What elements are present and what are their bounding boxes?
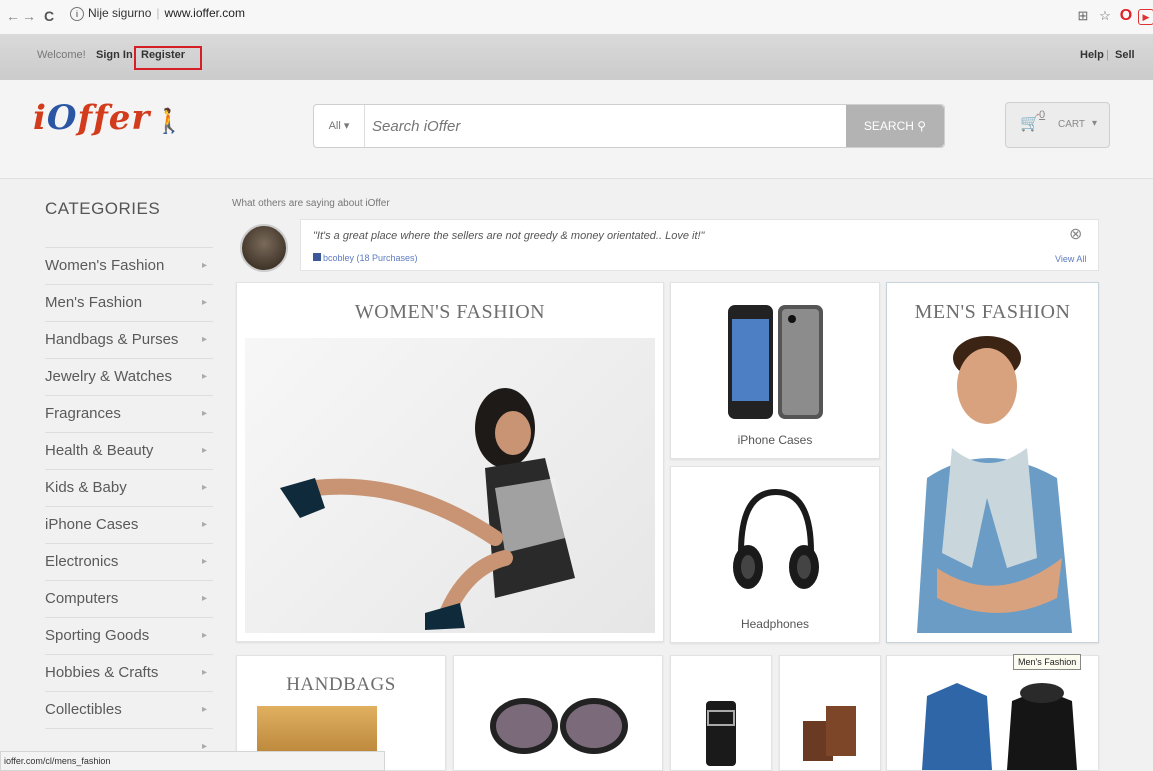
- wallet-tile[interactable]: [779, 655, 881, 771]
- tile-caption: iPhone Cases: [737, 433, 813, 447]
- address-bar[interactable]: i Nije sigurno | www.ioffer.com: [70, 6, 245, 21]
- facebook-icon: [313, 253, 321, 261]
- search-button[interactable]: SEARCH ⚲: [846, 105, 944, 147]
- forward-icon[interactable]: →: [22, 8, 36, 24]
- back-icon[interactable]: ←: [6, 8, 20, 24]
- category-item[interactable]: Kids & Baby ▸: [45, 469, 213, 506]
- tile-title: MEN'S FASHION: [914, 301, 1071, 323]
- tile-title: HANDBAGS: [286, 674, 396, 695]
- close-icon[interactable]: ⊗: [1069, 224, 1082, 244]
- testimonial-quote: "It's a great place where the sellers ar…: [313, 230, 705, 242]
- belt-tile[interactable]: [670, 655, 772, 771]
- sign-in-link[interactable]: Sign In: [96, 49, 133, 61]
- testimonial-label: What others are saying about iOffer: [232, 198, 390, 209]
- category-item[interactable]: Fragrances ▸: [45, 395, 213, 432]
- tile-caption: Headphones: [740, 617, 810, 631]
- welcome-text: Welcome!: [37, 49, 86, 61]
- mens-fashion-image: [917, 336, 1072, 633]
- headphones-tile[interactable]: Headphones: [670, 466, 880, 643]
- opera-icon[interactable]: O: [1117, 7, 1135, 25]
- tooltip: Men's Fashion: [1013, 654, 1082, 670]
- search-input[interactable]: [366, 105, 844, 147]
- separator: |: [1106, 49, 1109, 61]
- user-bar: Welcome! Sign In Register Help | Sell: [0, 34, 1153, 80]
- testimonial-author[interactable]: bcobley (18 Purchases): [313, 253, 418, 263]
- cart-count: 0: [1039, 109, 1046, 121]
- search-category-select[interactable]: All ▾: [314, 105, 365, 147]
- womens-fashion-image: [245, 338, 655, 633]
- jackets-tile[interactable]: [886, 655, 1099, 771]
- url-text: www.ioffer.com: [164, 6, 245, 20]
- register-link[interactable]: Register: [141, 49, 185, 61]
- categories-title: CATEGORIES: [45, 199, 161, 218]
- chevron-down-icon: ▾: [1092, 118, 1098, 129]
- info-icon[interactable]: i: [70, 7, 84, 21]
- category-item[interactable]: Electronics ▸: [45, 543, 213, 580]
- extension-icon[interactable]: ▶: [1138, 9, 1153, 25]
- category-item[interactable]: Men's Fashion ▸: [45, 284, 213, 321]
- security-label: Nije sigurno: [88, 6, 152, 20]
- category-item[interactable]: Jewelry & Watches ▸: [45, 358, 213, 395]
- category-item[interactable]: Hobbies & Crafts ▸: [45, 654, 213, 691]
- headphones-image: [733, 488, 819, 589]
- womens-fashion-tile[interactable]: WOMEN'S FASHION: [236, 282, 664, 642]
- status-bar-url: ioffer.com/cl/mens_fashion: [0, 751, 385, 771]
- sell-link[interactable]: Sell: [1115, 49, 1135, 61]
- ioffer-logo[interactable]: iOffer 🚶: [33, 98, 185, 138]
- mens-fashion-tile[interactable]: MEN'S FASHION: [886, 282, 1099, 643]
- browser-toolbar: ← → C i Nije sigurno | www.ioffer.com ⊞ ☆ O…: [0, 0, 1153, 35]
- wallet-image: [803, 706, 856, 761]
- iphone-cases-tile[interactable]: iPhone Cases: [670, 282, 880, 459]
- reload-icon[interactable]: C: [44, 8, 54, 24]
- translate-icon[interactable]: ⊞: [1074, 7, 1092, 25]
- testimonial-box: "It's a great place where the sellers ar…: [300, 219, 1099, 271]
- search-bar: All ▾ SEARCH ⚲: [313, 104, 945, 148]
- category-item[interactable]: iPhone Cases ▸: [45, 506, 213, 543]
- star-icon[interactable]: ☆: [1096, 7, 1114, 25]
- cart-button[interactable]: 🛒 0 CART ▾: [1005, 102, 1110, 148]
- category-item[interactable]: Collectibles ▸: [45, 691, 213, 728]
- view-all-link[interactable]: View All: [1055, 254, 1086, 264]
- people-icon: 🚶: [154, 106, 186, 135]
- cart-icon: 🛒: [1020, 115, 1040, 132]
- jackets-image: [922, 683, 1077, 770]
- category-item[interactable]: Handbags & Purses ▸: [45, 321, 213, 358]
- iphone-image: [728, 305, 823, 419]
- category-item[interactable]: Health & Beauty ▸: [45, 432, 213, 469]
- belt-image: [706, 701, 736, 766]
- category-item[interactable]: Sporting Goods ▸: [45, 617, 213, 654]
- avatar: [240, 224, 288, 272]
- category-item[interactable]: Women's Fashion ▸: [45, 247, 213, 284]
- cart-label: CART: [1058, 119, 1086, 130]
- category-item[interactable]: Computers ▸: [45, 580, 213, 617]
- sunglasses-tile[interactable]: [453, 655, 663, 771]
- tile-title: WOMEN'S FASHION: [354, 301, 546, 323]
- search-icon: ⚲: [917, 119, 927, 133]
- help-link[interactable]: Help: [1080, 49, 1104, 61]
- sunglasses-image: [490, 698, 628, 754]
- site-header: iOffer🚶 All ▾ SEARCH ⚲ 🛒 0 CART ▾: [0, 80, 1153, 179]
